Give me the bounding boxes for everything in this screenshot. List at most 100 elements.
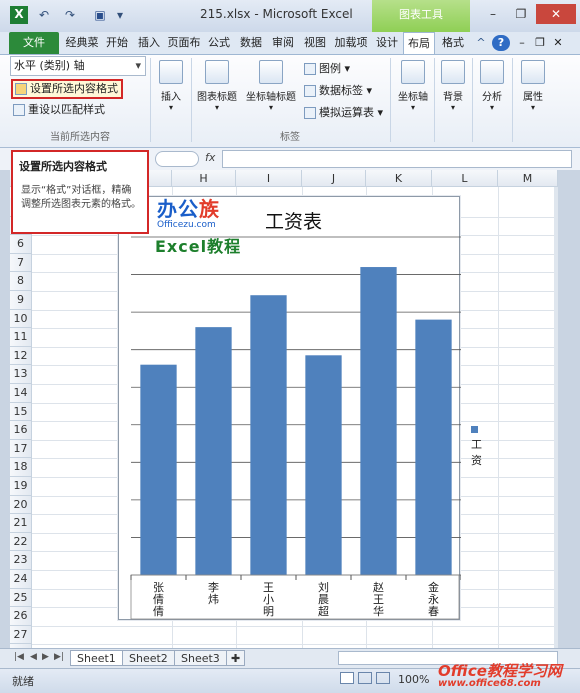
redo-icon[interactable]: ↷ xyxy=(62,7,78,23)
chart-element-selector[interactable]: 水平 (类别) 轴 ▾ xyxy=(10,56,146,76)
tab-data[interactable]: 数据 xyxy=(236,32,266,54)
row-header[interactable]: 26 xyxy=(10,607,32,626)
tab-layout[interactable]: 布局 xyxy=(403,32,435,54)
chart-title-button[interactable]: 图表标题 ▾ xyxy=(194,60,240,112)
tab-classic-menu[interactable]: 经典菜 xyxy=(64,32,100,54)
tab-format[interactable]: 格式 xyxy=(437,32,469,54)
chart-bar[interactable] xyxy=(140,364,177,575)
save-icon[interactable]: ▣ xyxy=(92,7,108,23)
row-header[interactable]: 12 xyxy=(10,346,32,366)
row-header[interactable]: 24 xyxy=(10,570,32,589)
row-header[interactable]: 10 xyxy=(10,309,32,329)
row-header[interactable]: 9 xyxy=(10,291,32,310)
vertical-scrollbar[interactable] xyxy=(554,187,558,648)
chart-bar[interactable] xyxy=(195,327,232,575)
tab-design[interactable]: 设计 xyxy=(372,32,402,54)
row-header[interactable]: 19 xyxy=(10,477,32,496)
tab-file[interactable]: 文件 xyxy=(9,32,59,54)
insert-function-icon[interactable]: fx xyxy=(205,151,215,164)
zoom-level[interactable]: 100% xyxy=(398,673,429,686)
chart-bar[interactable] xyxy=(250,295,287,575)
category-label[interactable]: 刘晨超 xyxy=(318,581,329,618)
undo-icon[interactable]: ↶ xyxy=(36,7,52,23)
analysis-button[interactable]: 分析 ▾ xyxy=(476,60,508,112)
chart-bar[interactable] xyxy=(415,319,452,575)
tab-page-layout[interactable]: 页面布 xyxy=(166,32,202,54)
minimize-button[interactable]: – xyxy=(480,4,506,24)
workbook-close-icon[interactable]: ✕ xyxy=(550,32,566,54)
row-header[interactable]: 16 xyxy=(10,421,32,440)
row-header[interactable]: 11 xyxy=(10,328,32,347)
row-header[interactable]: 13 xyxy=(10,365,32,384)
insert-button[interactable]: 插入 ▾ xyxy=(154,60,188,112)
tab-add-ins[interactable]: 加载项 xyxy=(332,32,370,54)
tab-view[interactable]: 视图 xyxy=(300,32,330,54)
tab-review[interactable]: 审阅 xyxy=(268,32,298,54)
category-label[interactable]: 赵王华 xyxy=(373,580,384,618)
row-header[interactable]: 17 xyxy=(10,439,32,459)
chart-area[interactable]: 办公族 Officezu.com 工资表 Excel教程 张倩倩 李炜 王小明 刘晨超… xyxy=(118,196,482,621)
column-header-L[interactable]: L xyxy=(432,170,498,187)
prev-sheet-icon[interactable]: ◀ xyxy=(30,652,37,662)
row-header[interactable]: 22 xyxy=(10,532,32,552)
row-header[interactable]: 18 xyxy=(10,458,32,477)
category-label[interactable]: 张倩倩 xyxy=(153,581,164,618)
page-layout-view-icon[interactable] xyxy=(358,672,372,684)
background-button[interactable]: 背景 ▾ xyxy=(438,60,468,112)
row-header[interactable]: 20 xyxy=(10,495,32,515)
ribbon-collapse-icon[interactable]: ^ xyxy=(474,32,488,54)
next-sheet-icon[interactable]: ▶ xyxy=(42,652,49,662)
page-break-view-icon[interactable] xyxy=(376,672,390,684)
tab-formulas[interactable]: 公式 xyxy=(204,32,234,54)
chart-bar[interactable] xyxy=(305,355,342,575)
customize-quick-access-icon[interactable]: ▾ xyxy=(112,7,128,23)
workbook-restore-icon[interactable]: ❐ xyxy=(532,32,548,54)
sheet-tab-1[interactable]: Sheet1 xyxy=(70,650,123,666)
properties-button[interactable]: 属性 ▾ xyxy=(516,60,550,112)
axis-title-button[interactable]: 坐标轴标题 ▾ xyxy=(242,60,300,112)
row-header[interactable]: 15 xyxy=(10,402,32,422)
chart-title-icon xyxy=(205,60,229,84)
column-header-M[interactable]: M xyxy=(498,170,558,187)
insert-sheet-icon[interactable]: ✚ xyxy=(226,650,246,666)
category-label[interactable]: 李炜 xyxy=(208,580,219,606)
legend-button[interactable]: 图例 ▾ xyxy=(304,60,350,77)
row-header[interactable]: 14 xyxy=(10,384,32,403)
row-header[interactable]: 6 xyxy=(10,235,32,254)
insert-icon xyxy=(159,60,183,84)
row-header[interactable]: 25 xyxy=(10,588,32,608)
restore-button[interactable]: ❐ xyxy=(508,4,534,24)
row-header[interactable]: 23 xyxy=(10,551,32,570)
chart-bar[interactable] xyxy=(360,267,397,575)
row-header[interactable]: 21 xyxy=(10,514,32,533)
first-sheet-icon[interactable]: |◀ xyxy=(14,652,24,662)
column-header-I[interactable]: I xyxy=(236,170,302,187)
legend[interactable]: 工资 xyxy=(471,423,482,468)
data-labels-button[interactable]: 数据标签 ▾ xyxy=(304,82,372,99)
sheet-tab-3[interactable]: Sheet3 xyxy=(174,650,227,666)
row-header[interactable]: 27 xyxy=(10,625,32,645)
column-header-J[interactable]: J xyxy=(302,170,366,187)
tab-insert[interactable]: 插入 xyxy=(134,32,164,54)
formula-input[interactable] xyxy=(222,150,572,168)
close-button[interactable]: ✕ xyxy=(536,4,576,24)
data-table-button[interactable]: 模拟运算表 ▾ xyxy=(304,104,383,121)
row-header[interactable]: 8 xyxy=(10,272,32,291)
excel-logo-icon: X xyxy=(10,6,28,24)
sheet-tab-2[interactable]: Sheet2 xyxy=(122,650,175,666)
workbook-minimize-icon[interactable]: – xyxy=(514,32,530,54)
category-label[interactable]: 王小明 xyxy=(263,581,274,618)
column-header-H[interactable]: H xyxy=(172,170,236,187)
normal-view-icon[interactable] xyxy=(340,672,354,684)
help-icon[interactable]: ? xyxy=(492,35,510,51)
axes-button[interactable]: 坐标轴 ▾ xyxy=(394,60,432,112)
plot-area[interactable]: 张倩倩 李炜 王小明 刘晨超 赵王华 金永春 xyxy=(119,197,461,621)
column-header-K[interactable]: K xyxy=(366,170,432,187)
format-selection-button[interactable]: 设置所选内容格式 xyxy=(11,79,123,99)
category-label[interactable]: 金永春 xyxy=(428,580,439,618)
row-header[interactable]: 7 xyxy=(10,253,32,273)
reset-style-button[interactable]: 重设以匹配样式 xyxy=(13,101,105,118)
tab-home[interactable]: 开始 xyxy=(102,32,132,54)
last-sheet-icon[interactable]: ▶| xyxy=(54,652,64,662)
formula-bar-expand[interactable] xyxy=(155,151,199,167)
